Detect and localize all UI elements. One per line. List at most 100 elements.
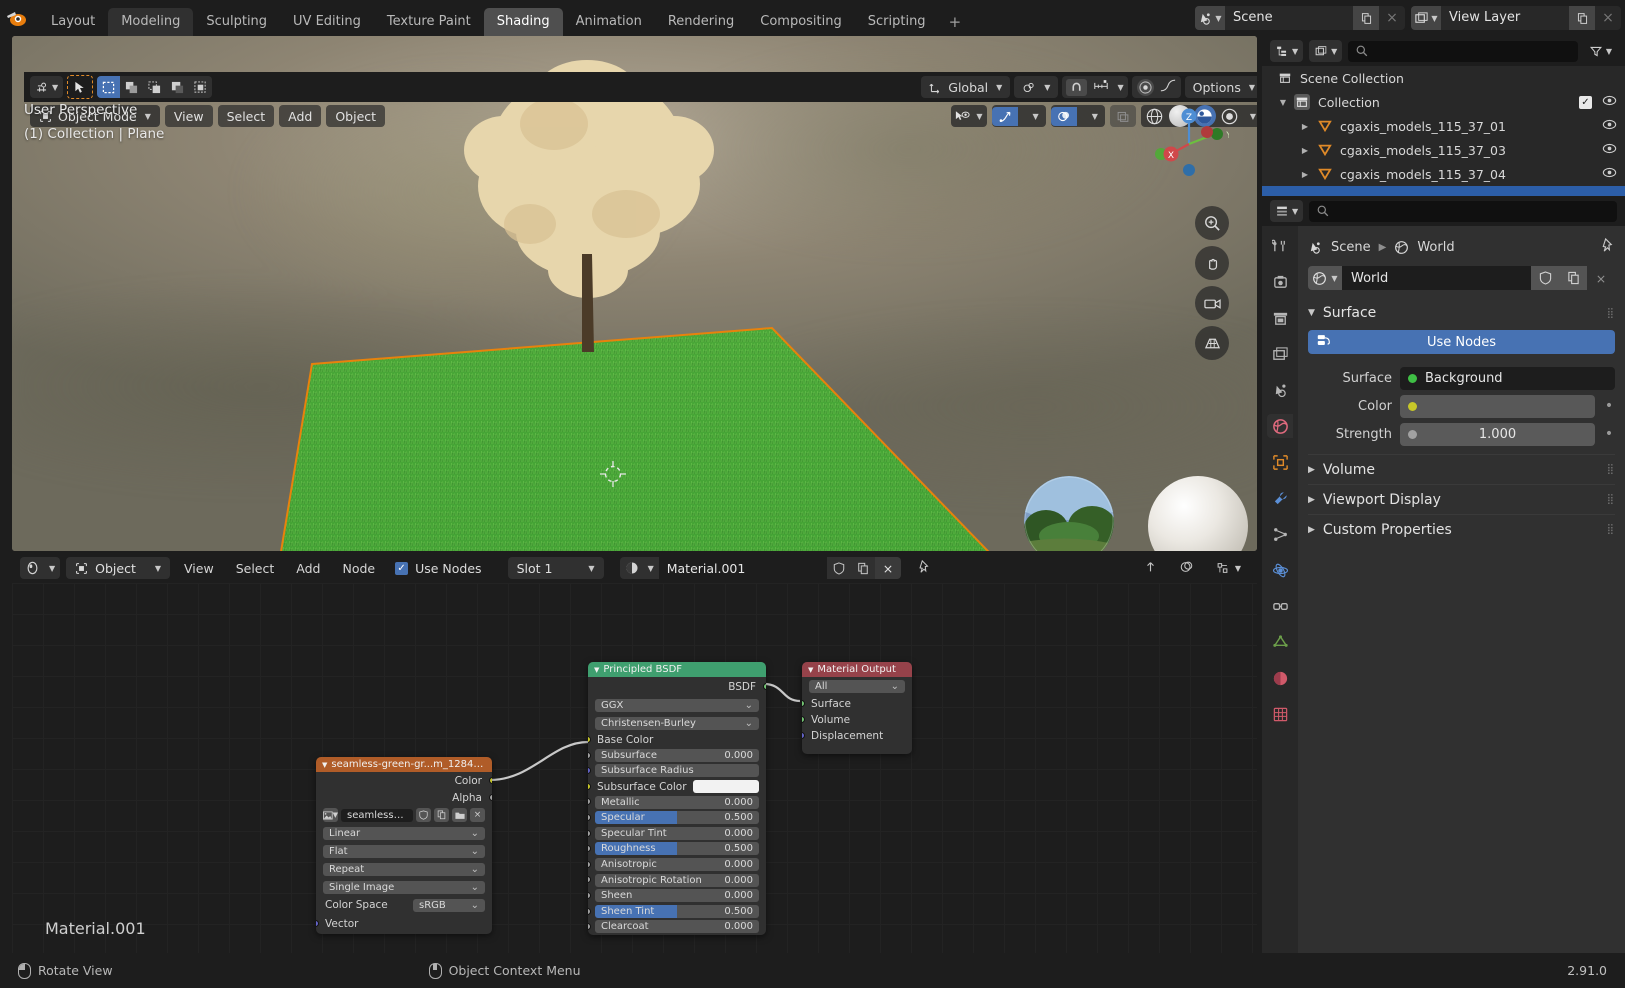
pan-icon[interactable] — [1195, 246, 1229, 280]
select-box-icon[interactable] — [97, 76, 120, 98]
outliner-row-selected[interactable] — [1262, 186, 1625, 196]
node-image-texture[interactable]: ▼ seamless-green-gr...m_1284-52275.png C… — [316, 757, 492, 934]
shader-editor-type-icon[interactable]: ▼ — [20, 557, 60, 579]
input-value[interactable]: 0.500 — [724, 812, 753, 823]
use-nodes-toggle[interactable]: ✓ Use Nodes — [389, 561, 487, 576]
image-open-folder-icon[interactable] — [452, 808, 467, 822]
collapse-triangle-icon[interactable]: ▼ — [594, 666, 599, 674]
select-intersect-icon[interactable] — [189, 76, 212, 98]
proportional-edit-icon[interactable] — [1137, 79, 1154, 96]
options-dropdown[interactable]: Options ▼ — [1185, 76, 1257, 98]
new-scene-icon[interactable] — [1353, 6, 1379, 30]
tab-animation[interactable]: Animation — [563, 8, 655, 36]
input-value[interactable]: 0.000 — [724, 797, 753, 808]
properties-tab-constraints[interactable] — [1267, 594, 1293, 618]
outliner-row-object-1[interactable]: ▶ cgaxis_models_115_37_01 — [1262, 114, 1625, 138]
tab-scripting[interactable]: Scripting — [855, 8, 939, 36]
outliner-row-collection[interactable]: ▼ Collection ✓ — [1262, 90, 1625, 114]
tab-modeling[interactable]: Modeling — [108, 8, 193, 36]
outliner-search-input[interactable] — [1348, 41, 1578, 62]
visibility-eye-icon[interactable] — [1602, 118, 1617, 134]
socket-surface[interactable] — [802, 700, 805, 707]
socket-clearcoat[interactable] — [588, 923, 591, 930]
input-row-clearcoat[interactable]: Clearcoat0.000 — [588, 919, 766, 935]
expand-triangle-icon[interactable]: ▼ — [1276, 98, 1290, 107]
socket-bsdf-output[interactable] — [763, 683, 766, 690]
output-target-dropdown[interactable]: All — [809, 680, 905, 693]
select-invert-icon[interactable] — [166, 76, 189, 98]
panel-header-viewport-display[interactable]: ▶ Viewport Display ⣿ — [1308, 484, 1615, 514]
shield-icon[interactable] — [1531, 266, 1559, 290]
collection-checkbox[interactable]: ✓ — [1579, 96, 1592, 109]
socket-roughness[interactable] — [588, 845, 591, 852]
property-row-strength[interactable]: Strength 1.000 • — [1308, 420, 1615, 448]
input-row-sheen[interactable]: Sheen0.000 — [588, 888, 766, 904]
panel-drag-handle[interactable]: ⣿ — [1607, 524, 1615, 535]
socket-specular-tint[interactable] — [588, 830, 591, 837]
add-workspace-button[interactable]: + — [939, 8, 972, 36]
node-header[interactable]: ▼ seamless-green-gr...m_1284-52275.png — [316, 757, 492, 772]
input-row-metallic[interactable]: Metallic0.000 — [588, 794, 766, 810]
workspace-tabs[interactable]: Layout Modeling Sculpting UV Editing Tex… — [38, 0, 971, 36]
outliner-row-object-2[interactable]: ▶ cgaxis_models_115_37_03 — [1262, 138, 1625, 162]
image-duplicate-icon[interactable] — [434, 808, 449, 822]
tab-layout[interactable]: Layout — [38, 8, 108, 36]
pin-icon[interactable] — [907, 560, 941, 577]
visibility-eye-icon[interactable] — [1602, 94, 1617, 110]
input-row-roughness[interactable]: Roughness0.500 — [588, 841, 766, 857]
socket-base-color[interactable] — [588, 736, 591, 743]
input-row-base-color[interactable]: Base Color — [588, 732, 766, 748]
input-value[interactable]: 0.000 — [724, 890, 753, 901]
input-row-specular[interactable]: Specular0.500 — [588, 810, 766, 826]
overlays-icon[interactable] — [1051, 107, 1077, 126]
camera-icon[interactable] — [1195, 286, 1229, 320]
panel-drag-handle[interactable]: ⣿ — [1607, 308, 1615, 319]
unlink-material-button[interactable]: × — [875, 557, 901, 579]
material-icon[interactable]: ▼ — [620, 557, 659, 579]
properties-tab-column[interactable] — [1262, 226, 1298, 953]
select-subtract-icon[interactable] — [143, 76, 166, 98]
shield-icon[interactable] — [827, 557, 851, 579]
socket-anisotropic[interactable] — [588, 861, 591, 868]
input-row-specular-tint[interactable]: Specular Tint0.000 — [588, 826, 766, 842]
socket-sheen[interactable] — [588, 892, 591, 899]
properties-search-input[interactable] — [1309, 201, 1617, 222]
world-id-block[interactable]: ▼ World × — [1308, 266, 1615, 290]
filter-icon[interactable]: ▼ — [1584, 40, 1617, 62]
duplicate-icon[interactable] — [1559, 266, 1587, 290]
transform-orientation-dropdown[interactable]: Global ▼ — [921, 76, 1010, 98]
snap-node-icon[interactable] — [1135, 560, 1166, 577]
properties-editor[interactable]: ▼ — [1262, 196, 1625, 953]
input-value[interactable]: 0.000 — [724, 921, 753, 932]
properties-editor-icon[interactable]: ▼ — [1270, 200, 1303, 222]
view-layer-name[interactable]: View Layer — [1441, 6, 1569, 30]
snapping-group[interactable]: ▼ — [1062, 76, 1127, 98]
shader-type-dropdown[interactable]: Object ▼ — [66, 557, 170, 579]
property-row-color[interactable]: Color • — [1308, 392, 1615, 420]
outliner-row-scene-collection[interactable]: Scene Collection — [1262, 66, 1625, 90]
expand-triangle-icon[interactable]: ▶ — [1308, 525, 1315, 535]
select-extend-icon[interactable] — [120, 76, 143, 98]
overlays-dropdown-chevron[interactable]: ▼ — [1085, 112, 1105, 121]
material-id-block[interactable]: ▼ Material.001 × — [620, 557, 902, 579]
input-value[interactable]: 0.500 — [724, 843, 753, 854]
visibility-eye-icon[interactable] — [1602, 142, 1617, 158]
property-row-surface[interactable]: Surface Background — [1308, 364, 1615, 392]
extension-dropdown[interactable]: Repeat — [323, 863, 485, 876]
shading-dropdown-chevron[interactable]: ▼ — [1246, 112, 1257, 121]
node-canvas[interactable]: Material.001 ▼ seamless-green-gr...m_128… — [12, 583, 1257, 953]
socket-volume[interactable] — [802, 716, 805, 723]
xray-toggle[interactable] — [1110, 105, 1136, 127]
input-row-subsurface[interactable]: Subsurface0.000 — [588, 748, 766, 764]
properties-tab-tool[interactable] — [1267, 234, 1293, 258]
properties-tab-output[interactable] — [1267, 306, 1293, 330]
input-value[interactable]: 0.000 — [724, 828, 753, 839]
falloff-curve-icon[interactable] — [1160, 79, 1176, 95]
outliner-row-object-3[interactable]: ▶ cgaxis_models_115_37_04 — [1262, 162, 1625, 186]
viewport-menu-add[interactable]: Add — [279, 105, 321, 127]
zoom-icon[interactable] — [1195, 206, 1229, 240]
viewport-menu-select[interactable]: Select — [218, 105, 275, 127]
viewport-menu-view[interactable]: View — [165, 105, 213, 127]
image-name-field[interactable]: seamless-green-... — [341, 809, 413, 822]
pin-icon[interactable] — [1600, 238, 1615, 257]
